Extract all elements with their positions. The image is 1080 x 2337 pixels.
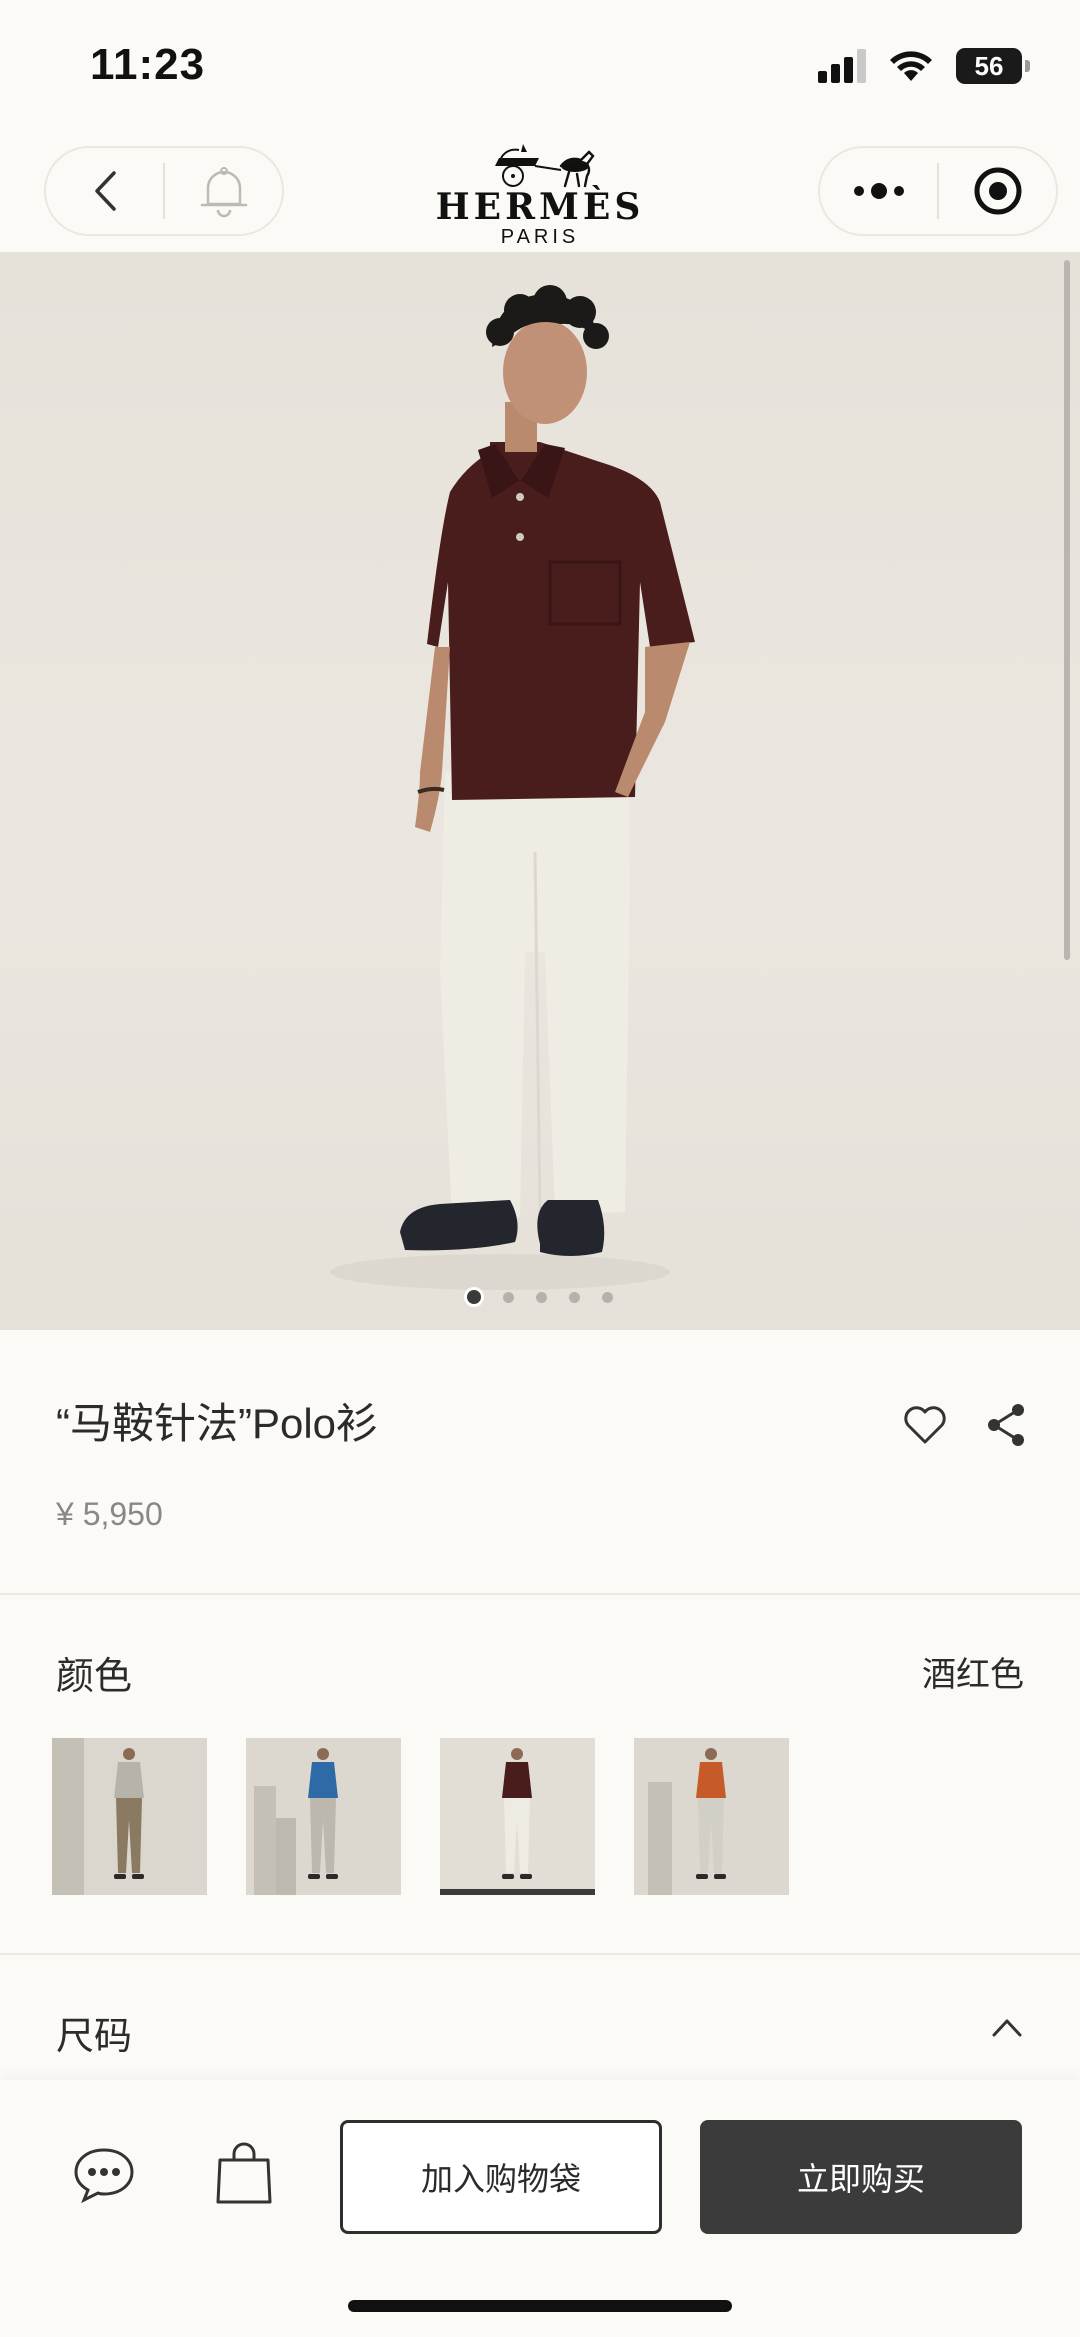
customer-service-button[interactable] [72,2144,136,2204]
heart-icon [904,1406,946,1444]
swatch-thumbnail [52,1738,144,1895]
nav-pill-left [44,146,284,236]
share-button[interactable] [982,1400,1032,1450]
share-icon [988,1404,1024,1446]
product-info: “马鞍针法”Polo衫 ¥ 5,950 [0,1330,1080,1595]
chevron-up-icon[interactable] [990,2015,1024,2039]
back-button[interactable] [46,148,163,234]
target-close-icon [974,167,1021,215]
selected-color-value: 酒红色 [922,1656,1024,1694]
product-title: “马鞍针法”Polo衫 [56,1400,379,1447]
brand-logo[interactable]: HERMÈS PARIS [420,142,660,249]
close-miniprogram-button[interactable] [939,148,1056,234]
color-swatch[interactable] [440,1738,595,1895]
notification-button[interactable] [165,148,282,234]
swatch-thumbnail [648,1748,726,1895]
size-label: 尺码 [56,2016,133,2058]
buy-now-button[interactable]: 立即购买 [700,2120,1022,2234]
carousel-dots [467,1290,613,1304]
status-bar: 11:23 56 [0,0,1080,130]
carriage-logo-icon [495,144,595,188]
app-header: HERMÈS PARIS [0,130,1080,252]
miniprogram-capsule [818,146,1058,236]
carousel-dot[interactable] [536,1291,547,1303]
page-scrollbar[interactable] [1064,260,1070,960]
battery-nub [1025,60,1030,72]
signal-icon [818,49,866,83]
carousel-dot[interactable] [467,1290,481,1304]
swatch-thumbnail [254,1748,338,1895]
favorite-button[interactable] [900,1400,950,1450]
product-photo [330,285,695,1290]
color-swatch-list [52,1738,789,1895]
add-to-bag-button[interactable]: 加入购物袋 [340,2120,662,2234]
back-chevron-icon [94,171,116,211]
brand-name: HERMÈS [435,186,645,228]
shopping-bag-button[interactable] [214,2140,274,2206]
status-icons: 56 [818,48,1030,84]
bell-icon [200,167,247,218]
battery-indicator: 56 [956,48,1022,84]
product-price: ¥ 5,950 [56,1496,163,1532]
home-indicator[interactable] [348,2300,732,2312]
shopping-bag-icon [216,2142,272,2204]
bottom-action-bar: 加入购物袋 立即购买 [0,2080,1080,2337]
color-swatch[interactable] [246,1738,401,1895]
color-swatch[interactable] [52,1738,207,1895]
wifi-icon [890,51,932,81]
brand-subtitle: PARIS [500,226,580,248]
color-label: 颜色 [56,1656,133,1698]
chat-bubble-icon [74,2148,134,2204]
product-image-carousel[interactable] [0,252,1080,1330]
carousel-dot[interactable] [602,1291,613,1303]
color-swatch[interactable] [634,1738,789,1895]
more-dots-icon [853,183,904,199]
size-selector[interactable]: 尺码 [0,1957,1080,2079]
carousel-dot[interactable] [503,1291,514,1303]
swatch-thumbnail [502,1748,532,1879]
more-button[interactable] [820,148,937,234]
color-selector: 颜色 酒红色 [0,1597,1080,1955]
carousel-dot[interactable] [569,1291,580,1303]
status-time: 11:23 [90,40,206,89]
